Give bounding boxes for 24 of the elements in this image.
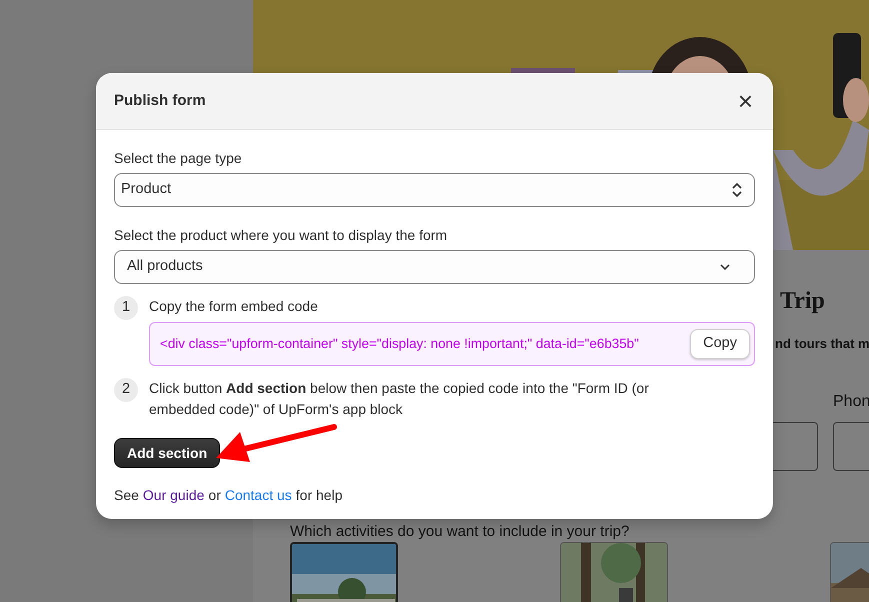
updown-chevron-icon <box>732 182 742 198</box>
help-text: for help <box>296 486 342 505</box>
step-text: Copy the form embed code <box>149 297 319 316</box>
field-label: Select the page type <box>114 149 243 168</box>
select-field[interactable]: Product <box>114 173 755 207</box>
chevron-down-icon <box>720 264 730 270</box>
close-button[interactable]: × <box>736 88 755 114</box>
select-field[interactable]: All products <box>114 250 755 284</box>
help-text: See <box>114 486 139 505</box>
step-number: 1 <box>114 296 138 320</box>
field-label: Select the product where you want to display the form <box>114 226 448 245</box>
intro-text: nd tours that m <box>775 335 869 353</box>
question-text: Which activities do you want to include in your trip? <box>290 522 630 540</box>
step-number: 2 <box>114 378 138 402</box>
help-text: or <box>208 486 221 505</box>
copy-button[interactable]: Copy <box>690 329 750 359</box>
dialog-title: Publish form <box>114 90 206 111</box>
help-link[interactable]: Contact us <box>224 485 292 506</box>
embed-code-text: <div class="upform-container" style="display: none !important;" data-id="e6b35b" <box>160 334 639 353</box>
add-section-button[interactable]: Add section <box>114 438 220 468</box>
heading: Trip <box>780 287 826 315</box>
field-label: Phon <box>833 392 869 412</box>
help-link[interactable]: Our guide <box>142 485 204 506</box>
step-text: Click button Add section below then paste the copied code into the "Form ID (or embedded code)" of UpForm's app block <box>149 379 650 419</box>
